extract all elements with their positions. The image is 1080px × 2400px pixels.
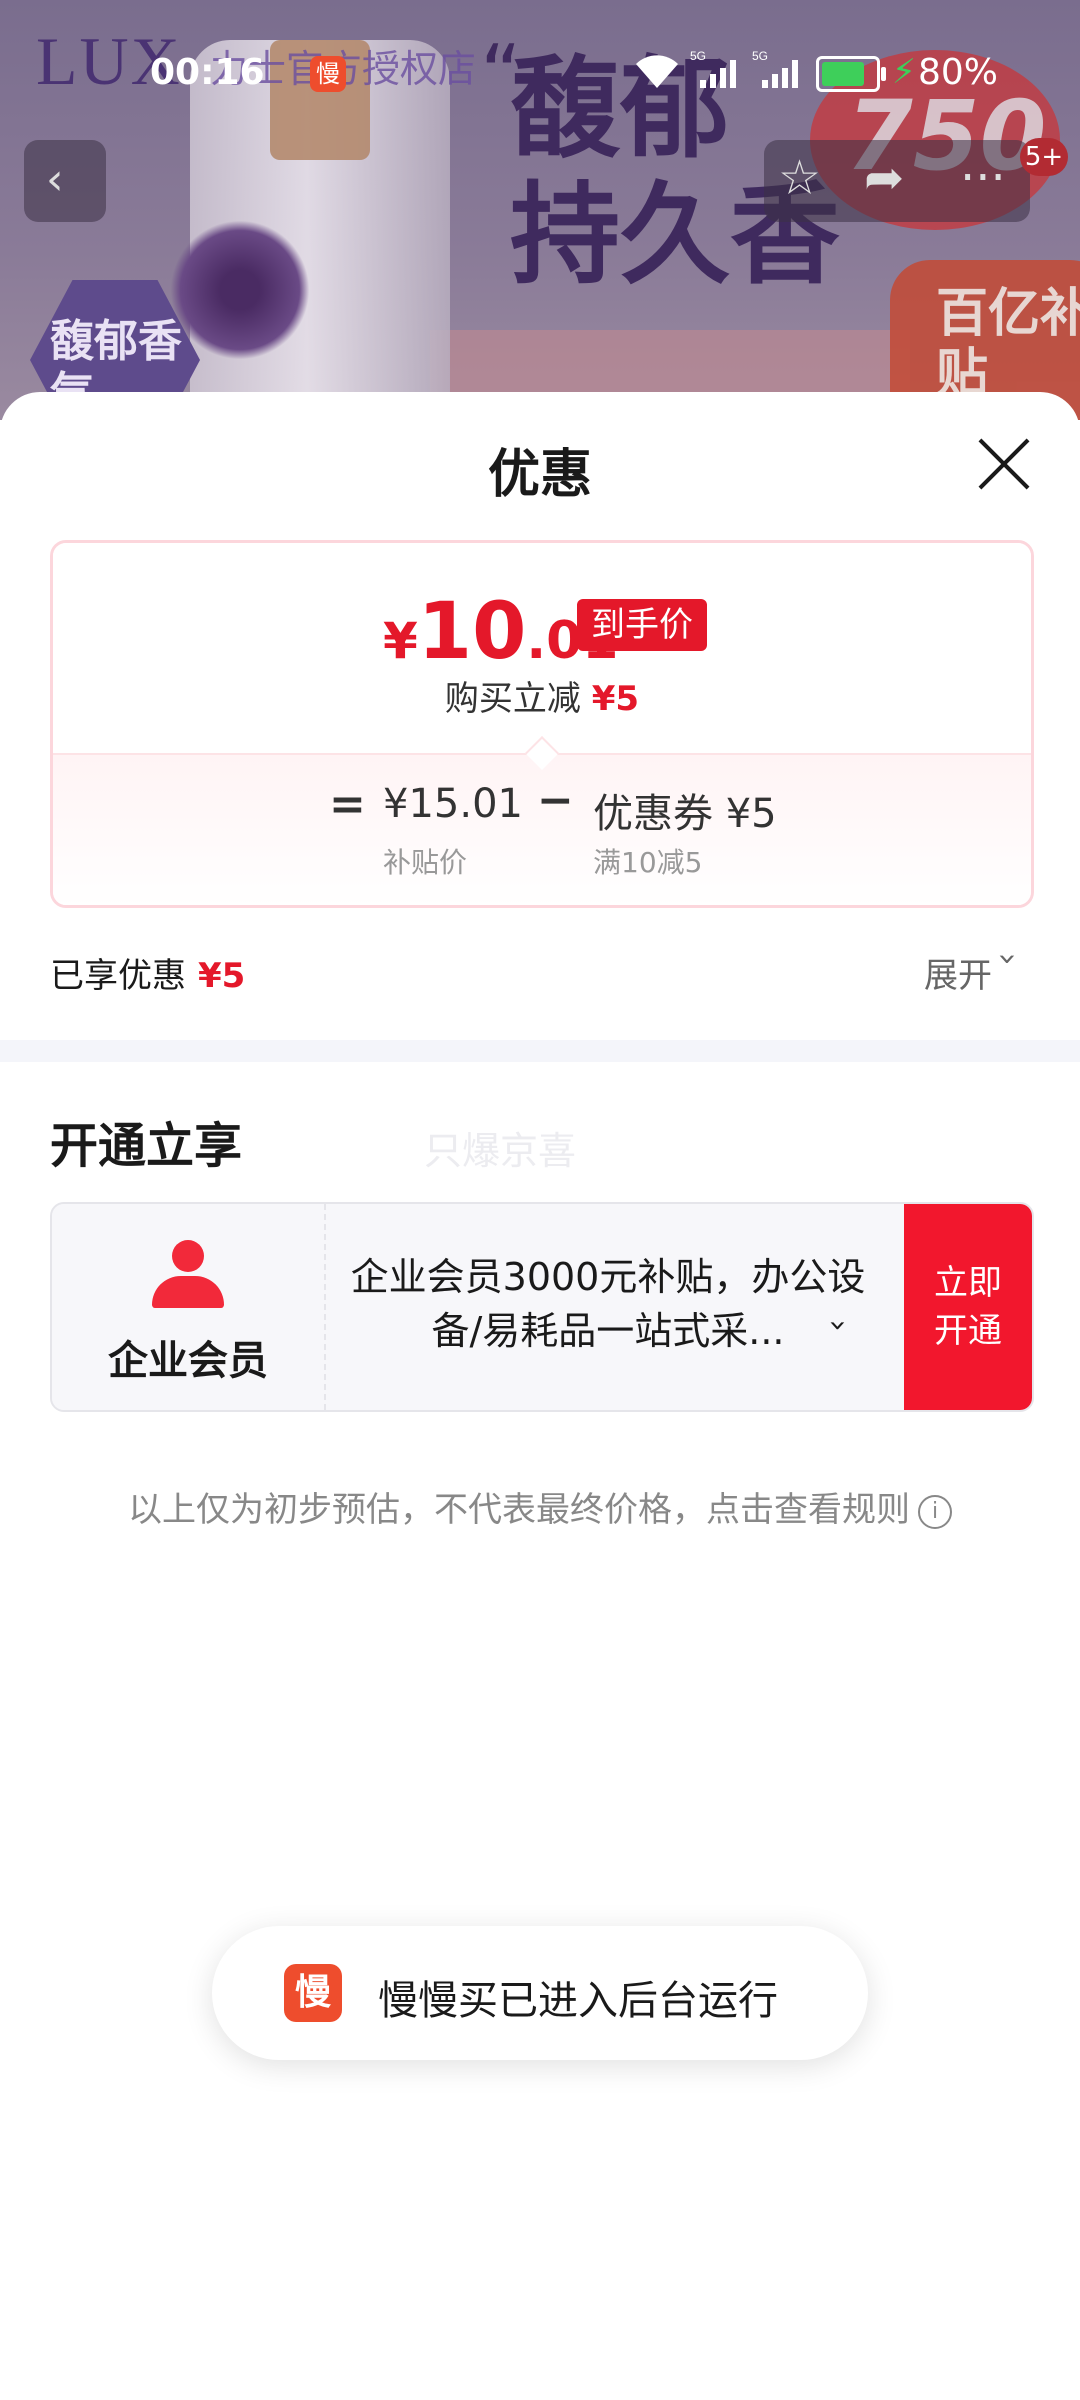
back-button[interactable]: ‹	[24, 140, 106, 222]
discount-sheet: 优惠 ¥10.01 到手价 购买立减 ¥5 = ¥15.01 补贴价 − 优惠券…	[0, 392, 1080, 2400]
enterprise-member-card[interactable]: 企业会员 企业会员3000元补贴，办公设备/易耗品一站式采... › 立即开通	[50, 1202, 1034, 1412]
member-separator	[324, 1204, 326, 1410]
open-membership-label: 立即开通	[934, 1263, 1002, 1351]
enjoyed-discount-amount: ¥5	[198, 956, 246, 996]
disclaimer[interactable]: 以上仅为初步预估，不代表最终价格，点击查看规则 i	[0, 1482, 1080, 1531]
battery-icon	[816, 56, 886, 92]
final-price-currency: ¥	[383, 612, 418, 670]
open-membership-button[interactable]: 立即开通	[904, 1204, 1032, 1410]
toast-text: 慢慢买已进入后台运行	[378, 1978, 778, 2024]
disclaimer-text: 以上仅为初步预估，不代表最终价格，点击查看规则	[128, 1490, 910, 1530]
cart-count-badge: 5+	[1020, 138, 1068, 176]
equals-sign: =	[329, 779, 366, 830]
chevron-down-icon[interactable]: ›	[989, 953, 1027, 966]
coupon-condition: 满10减5	[593, 846, 703, 879]
price-card: ¥10.01 到手价 购买立减 ¥5 = ¥15.01 补贴价 − 优惠券 ¥5…	[50, 540, 1034, 908]
svg-text:5G: 5G	[752, 49, 768, 63]
app-icon: 慢	[284, 1964, 342, 2022]
enjoyed-discount-label: 已享优惠	[50, 956, 186, 996]
chevron-left-icon: ‹	[46, 154, 64, 205]
instant-reduce-label: 购买立减	[444, 679, 581, 719]
signal-5g-icon: 5G	[690, 49, 736, 88]
instant-reduce-amount: ¥5	[591, 679, 640, 719]
user-icon	[152, 1240, 224, 1310]
signal-5g-icon-2: 5G	[752, 49, 798, 88]
subsidy-price-label: 补贴价	[383, 846, 468, 879]
open-section-title: 开通立享	[50, 1118, 243, 1174]
subsidy-badge-text: 百亿补贴	[936, 284, 1080, 404]
share-icon[interactable]: ➦	[864, 150, 904, 206]
more-icon[interactable]: ···	[960, 150, 1006, 206]
section-divider	[0, 1040, 1080, 1062]
enjoyed-discount: 已享优惠 ¥5	[50, 948, 245, 997]
close-icon[interactable]	[974, 434, 1034, 494]
expand-button[interactable]: 展开	[924, 948, 992, 997]
star-icon[interactable]: ☆	[778, 150, 821, 206]
svg-text:5G: 5G	[690, 49, 706, 63]
chevron-down-icon[interactable]: ›	[821, 1320, 856, 1332]
app-notification-icon: 慢	[310, 56, 346, 92]
member-identity: 企业会员	[52, 1204, 324, 1410]
final-price-tag: 到手价	[577, 599, 707, 651]
charging-icon: ⚡	[892, 52, 916, 92]
instant-reduce: 购买立减 ¥5	[53, 671, 1031, 720]
top-actions: ☆ ➦ ···	[764, 140, 1030, 222]
orchid-image	[170, 220, 310, 360]
final-price-integer: 10	[417, 587, 527, 677]
battery-level	[822, 62, 864, 86]
battery-percent: 80%	[918, 52, 999, 93]
subsidy-price: ¥15.01	[383, 781, 523, 827]
wifi-icon	[636, 55, 678, 88]
member-name: 企业会员	[108, 1338, 268, 1384]
member-description[interactable]: 企业会员3000元补贴，办公设备/易耗品一站式采...	[348, 1250, 868, 1358]
price-summary: ¥10.01 到手价 购买立减 ¥5	[53, 543, 1031, 753]
background-run-toast: 慢 慢慢买已进入后台运行	[212, 1926, 868, 2060]
watermark-text: 只爆京喜	[424, 1129, 577, 1173]
status-bar: 00:16 慢 5G 5G ⚡ 80%	[0, 0, 1080, 140]
price-breakdown: = ¥15.01 补贴价 − 优惠券 ¥5 满10减5	[53, 753, 1031, 905]
minus-sign: −	[537, 775, 574, 826]
info-icon[interactable]: i	[918, 1494, 952, 1529]
sheet-title: 优惠	[487, 445, 592, 505]
coupon-amount: 优惠券 ¥5	[593, 791, 777, 837]
status-time: 00:16	[150, 52, 265, 93]
